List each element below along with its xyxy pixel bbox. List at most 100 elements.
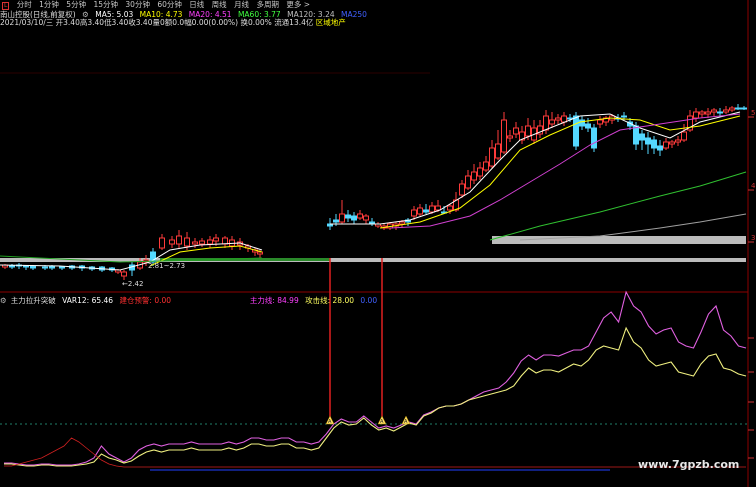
high-label: 高3.40 [79,18,105,27]
candle-body [30,265,36,269]
price-tick-label: 5 [751,109,755,117]
float-label: 流通13.4亿 [274,18,314,27]
candle-body [483,161,489,171]
candle-body [711,109,717,113]
candle-body [465,175,471,189]
candle-body [699,111,705,115]
candle-body [723,109,729,113]
watermark: www.7gpzb.com [638,458,740,471]
candle-body [705,111,711,115]
candle-body [663,141,669,149]
settings-icon[interactable]: ⚙ [0,296,7,305]
candle-body [333,219,339,223]
candle-body [513,127,519,135]
volume-label: 量0 [152,18,165,27]
price-tick-label: 4 [751,182,756,190]
indicator-series-2 [4,437,746,468]
candle-body [597,119,603,125]
candle-body [435,205,441,211]
candle-body [573,115,579,147]
candle-body [9,265,15,268]
candle-body [447,205,453,211]
period-tab[interactable]: 15分钟 [93,0,118,9]
candle-body [741,107,747,110]
candle-body [735,107,741,110]
amount-label: 额0.0 [164,18,185,27]
period-tab[interactable]: 月线 [234,0,249,9]
period-tab[interactable]: 60分钟 [157,0,182,9]
candle-body [471,171,477,181]
candle-body [169,239,175,245]
period-tab[interactable]: 1分钟 [39,0,59,9]
period-tab[interactable]: 分时 [17,0,32,9]
date-label: 2021/03/10/三 [0,18,54,27]
period-tab[interactable]: 多周期 [256,0,279,9]
signal-label: A [328,419,332,425]
candle-body [423,209,429,213]
candle-body [345,214,351,219]
indicator-title: 主力拉升突破 [10,296,56,305]
candle-body [717,111,723,114]
candle-body [621,115,627,118]
candle-body [399,221,405,225]
candle-body [411,209,417,217]
low-price-annotation: ←2.42 [122,280,143,288]
period-tab[interactable]: 5分钟 [66,0,86,9]
candle-body [651,139,657,149]
indicator-series-1 [4,326,747,467]
candle-body [429,205,435,213]
candle-body [561,115,567,123]
candle-body [501,119,507,153]
candle-body [176,235,182,245]
period-tab[interactable]: 30分钟 [125,0,150,9]
period-tab[interactable]: 日线 [189,0,204,9]
candle-body [579,119,585,127]
period-tab[interactable]: 周线 [212,0,227,9]
candle-body [489,147,495,167]
bar-info: 2021/03/10/三 开3.40高3.40低3.40收3.40量0额0.0幅… [0,18,346,27]
candle-body [184,237,190,247]
candle-body [59,266,65,269]
more-menu[interactable]: 更多 > [286,0,310,9]
candle-body [351,215,357,221]
resistance-bar [492,236,746,244]
candle-body [639,133,645,141]
ma20-line [389,113,741,229]
indicator-series-0 [4,290,747,466]
candle-body [192,241,198,245]
candle-body [675,139,681,143]
l-toggle-button[interactable]: L [2,2,10,10]
candle-body [669,141,675,145]
candle-body [159,237,165,249]
candle-body [633,125,639,145]
candle-body [339,213,345,223]
candle-body [363,215,369,221]
open-label: 开3.40 [55,18,80,27]
sector-label: 区域地产 [315,18,346,27]
candle-body [369,221,375,224]
candle-body [417,207,423,215]
box-range-label: 2.81~2.73 [148,262,185,270]
price-tick-label: 3 [751,234,755,242]
candle-body [525,125,531,137]
chart-canvas: 5 4 3 ←2.42 2.81~2.73 A A A [0,0,756,487]
close-label: 收3.40 [128,18,153,27]
candle-body [199,240,205,245]
candle-body [555,117,561,121]
candle-body [507,135,513,139]
candle-body [657,145,663,151]
candle-body [459,183,465,196]
signal-label: A [380,419,384,425]
candle-body [213,237,219,242]
candle-body [693,111,699,119]
main-line-value: 主力线: 84.99 [249,296,299,305]
candle-body [645,137,651,145]
candle-body [681,131,687,141]
candle-body [729,107,735,111]
var12-value: VAR12: 65.46 [62,296,114,305]
ma60-line [489,171,747,241]
change-label: 幅0.00(0.00%) [184,18,239,27]
warn-value: 建仓预警: 0.00 [119,296,172,305]
candle-body [549,119,555,125]
attack-line-value: 攻击线: 28.00 [305,296,355,305]
